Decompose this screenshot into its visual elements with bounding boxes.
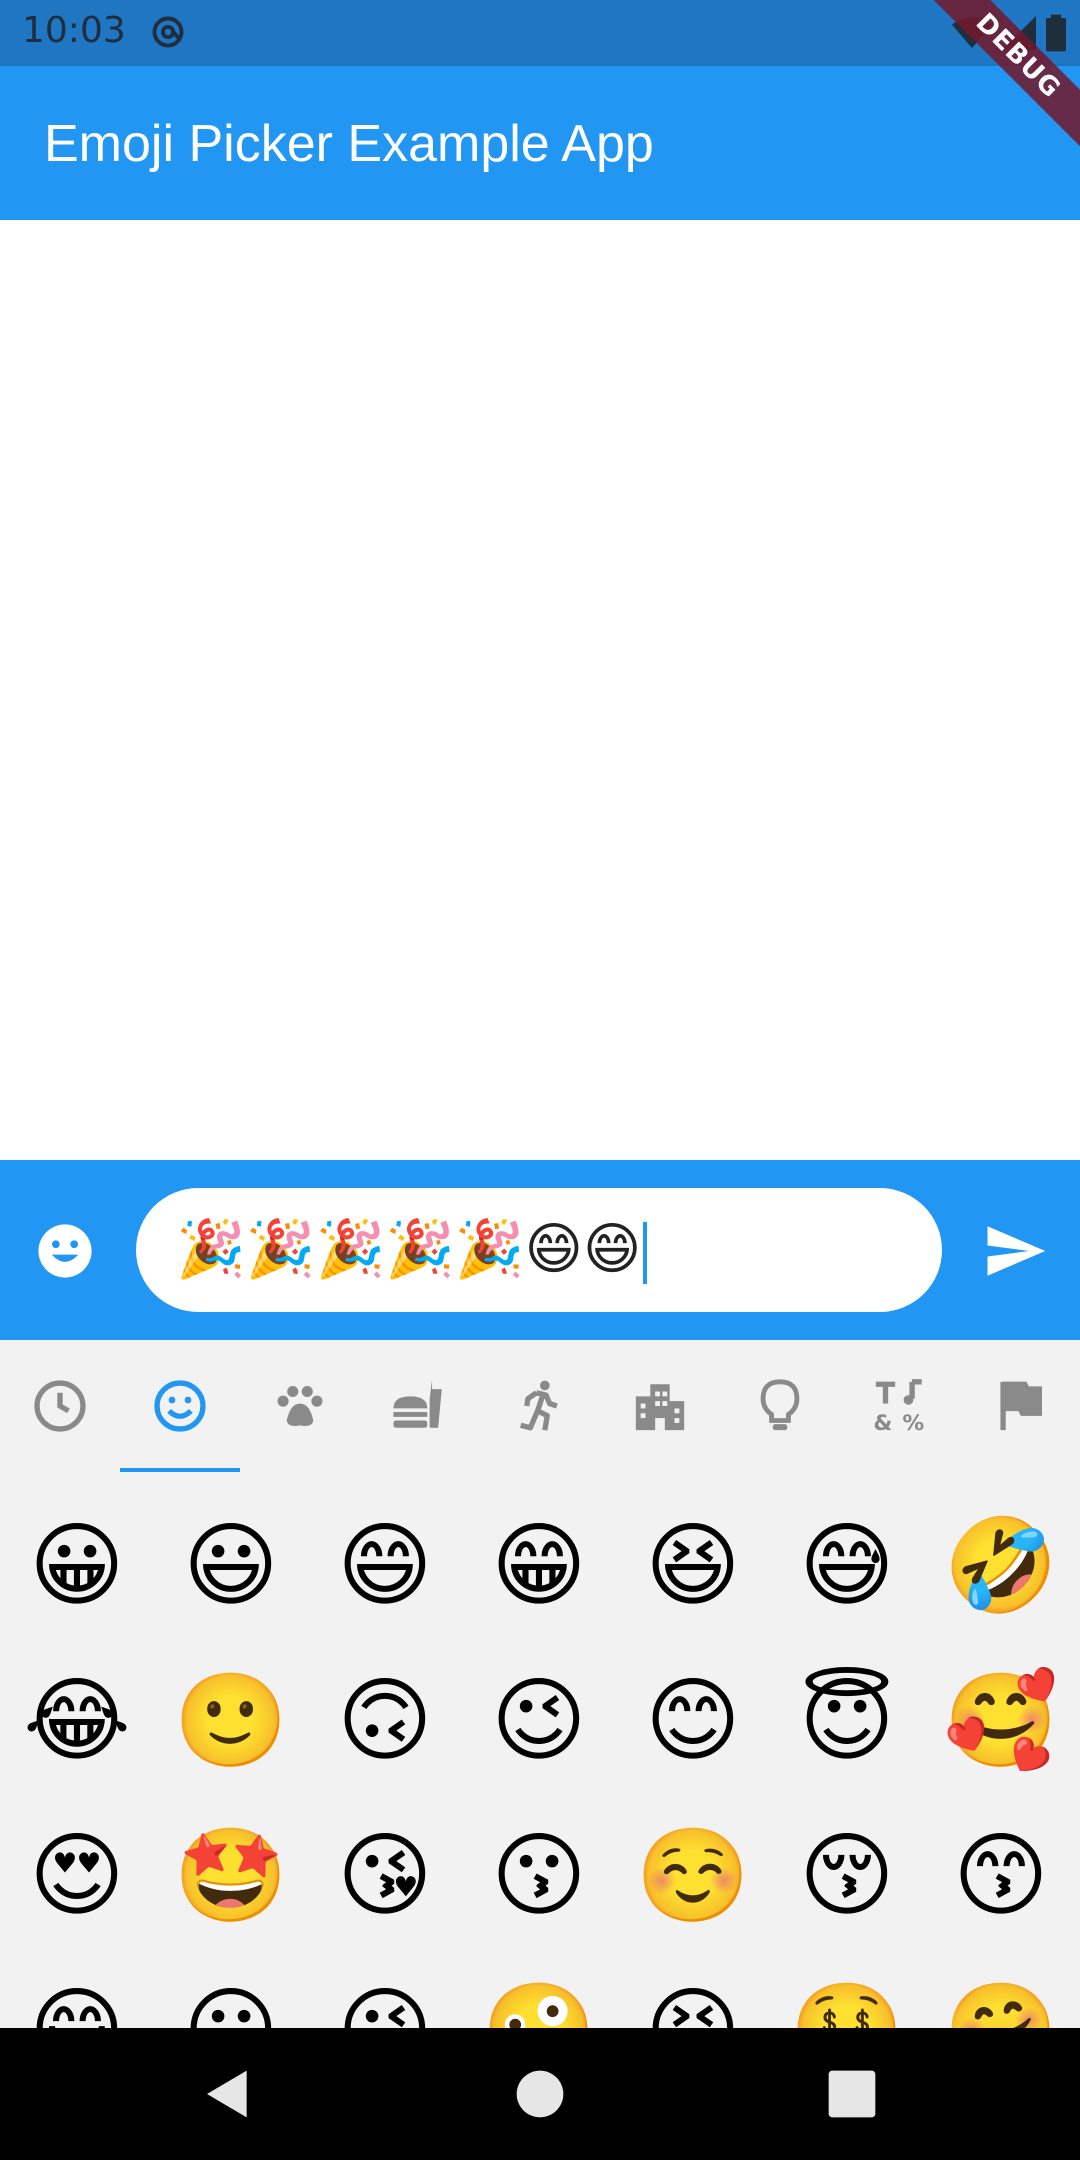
emoji-cell[interactable]: 🤣 [924, 1488, 1078, 1643]
at-sign-icon [152, 16, 184, 48]
tab-food[interactable] [360, 1340, 480, 1472]
emoji-cell[interactable]: 😝 [616, 1953, 770, 2028]
tab-smileys[interactable] [120, 1340, 240, 1472]
emoji-grid: 😀 😃 😄 😁 😆 😅 🤣 😂 🙂 🙃 😉 😊 😇 🥰 😍 🤩 😘 😗 ☺️ 😚… [0, 1488, 1080, 2028]
emoji-cell[interactable]: 😃 [154, 1488, 308, 1643]
emoji-cell[interactable]: 🥰 [924, 1643, 1078, 1798]
emoji-cell[interactable]: 😊 [616, 1643, 770, 1798]
emoji-cell[interactable]: ☺️ [616, 1798, 770, 1953]
lightbulb-icon [760, 1379, 800, 1431]
emoji-cell[interactable]: 😛 [154, 1953, 308, 2028]
emoji-cell[interactable]: 🤩 [154, 1798, 308, 1953]
emoji-cell[interactable]: 😄 [308, 1488, 462, 1643]
runner-icon [520, 1380, 558, 1431]
emoji-cell[interactable]: 😋 [0, 1953, 154, 2028]
emoji-cell[interactable]: 😇 [770, 1643, 924, 1798]
emoji-cell[interactable]: 😜 [308, 1953, 462, 2028]
status-time: 10:03 [22, 10, 126, 51]
tab-symbols[interactable]: & % [840, 1340, 960, 1472]
message-area [0, 220, 1080, 1160]
svg-text:&: & [873, 1411, 892, 1435]
emoji-cell[interactable]: 🤪 [462, 1953, 616, 2028]
message-input-field[interactable]: 🎉🎉🎉🎉🎉😄😄 [136, 1188, 942, 1312]
back-icon[interactable] [200, 2066, 256, 2122]
recents-icon[interactable] [824, 2066, 880, 2122]
tab-animals[interactable] [240, 1340, 360, 1472]
emoji-cell[interactable]: 🤑 [770, 1953, 924, 2028]
emoji-cell[interactable]: 😍 [0, 1798, 154, 1953]
category-tabs: & % [0, 1340, 1080, 1472]
tab-recent[interactable] [0, 1340, 120, 1472]
wifi-icon [952, 17, 992, 48]
emoji-cell[interactable]: 😘 [308, 1798, 462, 1953]
svg-text:%: % [902, 1411, 924, 1435]
emoji-cell[interactable]: 🙂 [154, 1643, 308, 1798]
emoji-cell[interactable]: 😅 [770, 1488, 924, 1643]
text-cursor [643, 1221, 648, 1284]
clock-icon [34, 1380, 86, 1432]
status-bar: 10:03 [0, 0, 1080, 66]
status-icons [952, 14, 1066, 52]
input-bar: 🎉🎉🎉🎉🎉😄😄 [0, 1160, 1080, 1340]
paw-icon [277, 1385, 323, 1426]
emoji-cell[interactable]: 😆 [616, 1488, 770, 1643]
battery-icon [1046, 14, 1066, 52]
tab-flags[interactable] [960, 1340, 1080, 1472]
message-input-text[interactable]: 🎉🎉🎉🎉🎉😄😄 [176, 1217, 648, 1284]
emoji-picker: & % 😀 😃 😄 😁 😆 😅 🤣 😂 🙂 🙃 😉 😊 😇 🥰 😍 🤩 😘 😗 … [0, 1340, 1080, 2028]
food-icon [393, 1379, 442, 1428]
flag-icon [1000, 1381, 1042, 1431]
smiley-icon [154, 1380, 206, 1432]
emoji-cell[interactable]: 😗 [462, 1798, 616, 1953]
app-title: Emoji Picker Example App [44, 115, 654, 173]
tab-objects[interactable] [720, 1340, 840, 1472]
emoji-cell[interactable]: 😉 [462, 1643, 616, 1798]
emoji-cell[interactable]: 😂 [0, 1643, 154, 1798]
navigation-bar [0, 2028, 1080, 2160]
app-bar: Emoji Picker Example App [0, 66, 1080, 220]
emoji-cell[interactable]: 🤗 [924, 1953, 1078, 2028]
home-icon[interactable] [512, 2066, 568, 2122]
emoji-cell[interactable]: 😚 [770, 1798, 924, 1953]
emoji-cell[interactable]: 😁 [462, 1488, 616, 1643]
tab-travel[interactable] [600, 1340, 720, 1472]
emoji-toggle-button[interactable] [36, 1222, 94, 1280]
emoji-cell[interactable]: 🙃 [308, 1643, 462, 1798]
selected-tab-indicator [120, 1468, 240, 1472]
signal-icon [1002, 16, 1036, 50]
emoji-cell[interactable]: 😙 [924, 1798, 1078, 1953]
message-input-value: 🎉🎉🎉🎉🎉😄😄 [176, 1217, 642, 1282]
emoji-cell[interactable]: 😀 [0, 1488, 154, 1643]
symbols-icon: & % [873, 1379, 924, 1435]
tab-activities[interactable] [480, 1340, 600, 1472]
building-icon [635, 1384, 685, 1431]
screen: 10:03 DEBUG Emoji Picker Example App 🎉🎉🎉… [0, 0, 1080, 2160]
send-button[interactable] [982, 1218, 1048, 1284]
